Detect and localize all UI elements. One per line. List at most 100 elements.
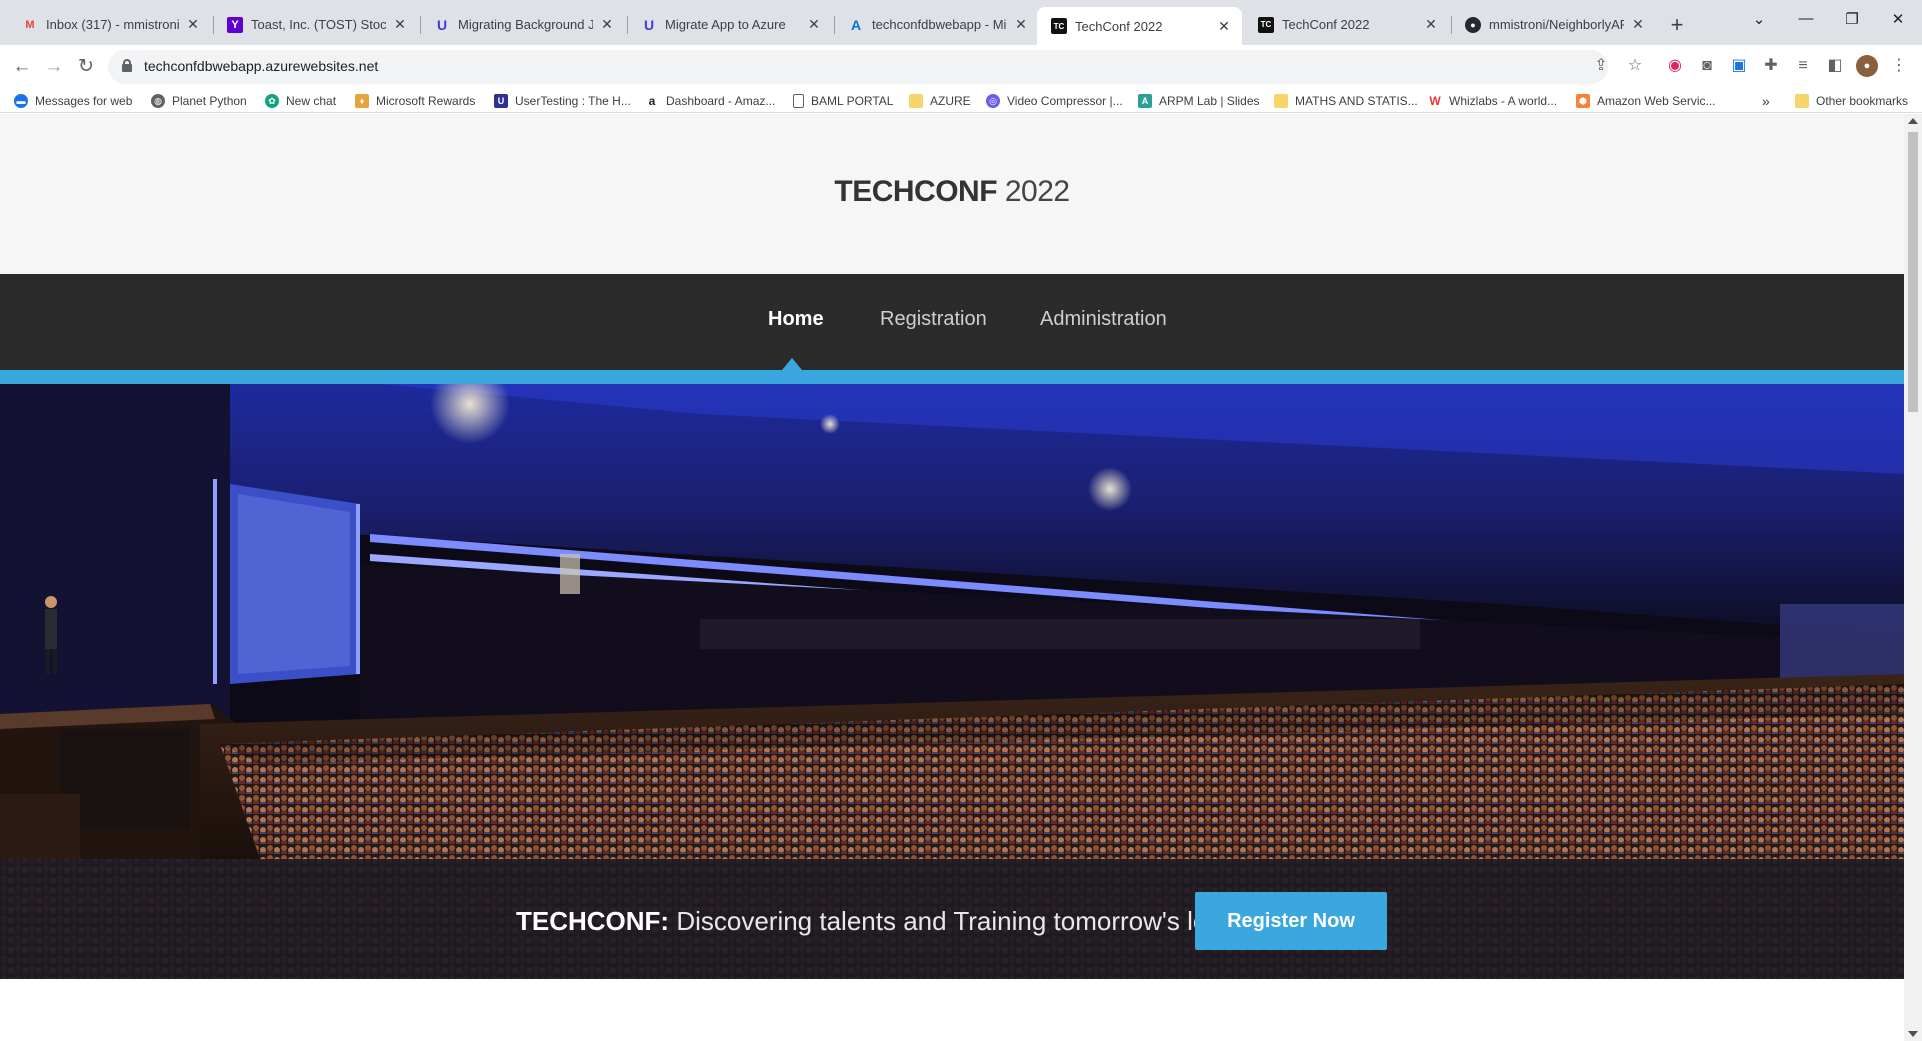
page-content-below	[0, 979, 1904, 1041]
close-icon[interactable]: ✕	[1216, 18, 1232, 35]
bookmark-new-chat[interactable]: ✿ New chat	[265, 91, 336, 111]
reload-icon[interactable]: ↻	[74, 55, 98, 79]
udacity-icon: U	[436, 16, 448, 33]
tab-title: Migrate App to Azure	[665, 17, 786, 32]
minimize-button[interactable]: —	[1792, 10, 1820, 27]
browser-tab-strip: M Inbox (317) - mmistroni@g ✕ Y Toast, I…	[0, 0, 1922, 45]
close-icon[interactable]: ✕	[1423, 16, 1439, 33]
menu-icon[interactable]: ⋮	[1888, 55, 1910, 77]
tab-udacity-migrating[interactable]: U Migrating Background Job ✕	[420, 9, 625, 40]
register-now-button[interactable]: Register Now	[1195, 892, 1387, 950]
close-icon[interactable]: ✕	[392, 16, 408, 33]
nav-administration[interactable]: Administration	[1040, 308, 1167, 331]
profile-avatar[interactable]: ●	[1856, 55, 1878, 77]
tab-title: Migrating Background Job	[458, 17, 593, 32]
tagline-text: Discovering talents and Training tomorro…	[669, 906, 1273, 936]
main-navigation: Home Registration Administration	[0, 274, 1904, 370]
other-bookmarks-folder[interactable]: Other bookmarks	[1795, 91, 1908, 111]
bookmark-video-compressor[interactable]: ◎ Video Compressor |...	[986, 91, 1123, 111]
bookmark-label: Messages for web	[35, 94, 133, 108]
close-icon[interactable]: ✕	[1630, 16, 1646, 33]
lock-icon[interactable]	[122, 59, 132, 72]
back-icon[interactable]: ←	[10, 55, 34, 79]
bookmark-label: Microsoft Rewards	[376, 94, 476, 108]
bookmarks-bar: ▬ Messages for web ◍ Planet Python ✿ New…	[0, 89, 1922, 113]
close-window-button[interactable]: ✕	[1884, 10, 1912, 28]
url-text[interactable]: techconfdbwebapp.azurewebsites.net	[144, 58, 378, 74]
camera-icon[interactable]: ◙	[1696, 55, 1718, 77]
tab-yahoo-finance[interactable]: Y Toast, Inc. (TOST) Stock Pri ✕	[213, 9, 418, 40]
nav-registration[interactable]: Registration	[880, 308, 987, 331]
bookmark-label: AZURE	[930, 94, 971, 108]
bookmark-aws[interactable]: ⬢ Amazon Web Servic...	[1576, 91, 1716, 111]
bookmark-usertesting[interactable]: U UserTesting : The H...	[494, 91, 631, 111]
scrollbar-thumb[interactable]	[1908, 132, 1918, 412]
bookmark-label: Amazon Web Servic...	[1597, 94, 1716, 108]
bookmark-baml-portal[interactable]: BAML PORTAL	[793, 91, 893, 111]
bookmark-arpm-lab[interactable]: A ARPM Lab | Slides	[1138, 91, 1260, 111]
aws-icon: ⬢	[1576, 94, 1590, 108]
nav-home[interactable]: Home	[768, 308, 824, 331]
tab-title: techconfdbwebapp - Micr	[872, 17, 1007, 32]
messages-icon: ▬	[14, 94, 28, 108]
github-icon: ●	[1465, 16, 1481, 33]
bookmark-whizlabs[interactable]: W Whizlabs - A world...	[1428, 91, 1557, 111]
hero-banner: TECHCONF: Discovering talents and Traini…	[0, 384, 1904, 979]
close-icon[interactable]: ✕	[599, 16, 615, 33]
tab-azure-portal[interactable]: A techconfdbwebapp - Micr ✕	[834, 9, 1039, 40]
bookmark-label: Other bookmarks	[1816, 94, 1909, 108]
page-viewport: TECHCONF 2022 Home Registration Administ…	[0, 114, 1904, 1041]
gmail-icon: M	[25, 18, 35, 31]
new-tab-button[interactable]: +	[1663, 12, 1691, 38]
close-icon[interactable]: ✕	[806, 16, 822, 33]
tab-title: TechConf 2022	[1075, 18, 1163, 34]
screen-cast-icon[interactable]: ▣	[1728, 55, 1750, 77]
restore-button[interactable]: ❐	[1838, 10, 1866, 28]
bookmark-amazon-dashboard[interactable]: a Dashboard - Amaz...	[645, 91, 775, 111]
page-scrollbar[interactable]	[1904, 114, 1922, 1041]
bookmark-messages[interactable]: ▬ Messages for web	[14, 91, 132, 111]
tagline-brand: TECHCONF:	[516, 906, 670, 936]
share-icon[interactable]: ⇪	[1590, 55, 1612, 77]
bookmark-planet-python[interactable]: ◍ Planet Python	[151, 91, 247, 111]
logo-bold-text: TECHCONF	[834, 175, 998, 208]
whizlabs-icon: W	[1428, 94, 1442, 108]
tab-title: Inbox (317) - mmistroni@g	[46, 17, 179, 32]
opera-extension-icon[interactable]: ◉	[1664, 55, 1686, 77]
techconf-icon: TC	[1051, 18, 1067, 34]
tab-title: mmistroni/NeighborlyAPI	[1489, 17, 1624, 32]
tab-search-icon[interactable]: ⌄	[1745, 10, 1773, 28]
tab-udacity-migrate[interactable]: U Migrate App to Azure ✕	[627, 9, 832, 40]
rewards-icon: ♦	[355, 94, 369, 108]
bookmark-folder-azure[interactable]: AZURE	[909, 91, 971, 111]
close-icon[interactable]: ✕	[1013, 16, 1029, 33]
site-logo[interactable]: TECHCONF 2022	[0, 175, 1904, 209]
techconf-icon: TC	[1258, 16, 1274, 33]
bookmark-label: Planet Python	[172, 94, 247, 108]
tab-techconf[interactable]: TC TechConf 2022 ✕	[1244, 9, 1449, 40]
tab-gmail[interactable]: M Inbox (317) - mmistroni@g ✕	[8, 9, 211, 40]
globe-icon: ◍	[151, 94, 165, 108]
scroll-up-icon[interactable]	[1908, 118, 1918, 124]
bookmark-microsoft-rewards[interactable]: ♦ Microsoft Rewards	[355, 91, 475, 111]
scroll-down-icon[interactable]	[1908, 1031, 1918, 1037]
tab-github[interactable]: ● mmistroni/NeighborlyAPI ✕	[1451, 9, 1656, 40]
reading-list-icon[interactable]: ≡	[1792, 55, 1814, 77]
folder-icon	[1795, 94, 1809, 108]
close-icon[interactable]: ✕	[185, 16, 201, 33]
bookmark-label: BAML PORTAL	[811, 94, 894, 108]
bookmark-folder-maths[interactable]: MATHS AND STATIS...	[1274, 91, 1418, 111]
yahoo-icon: Y	[227, 16, 243, 33]
bookmark-star-icon[interactable]: ☆	[1624, 55, 1646, 77]
forward-icon[interactable]: →	[42, 55, 66, 79]
more-bookmarks-button[interactable]: »	[1762, 91, 1770, 111]
extensions-icon[interactable]: ✚	[1760, 55, 1782, 77]
bookmark-label: UserTesting : The H...	[515, 94, 631, 108]
folder-icon	[1274, 94, 1288, 108]
site-header: TECHCONF 2022	[0, 114, 1904, 274]
active-nav-indicator	[782, 358, 802, 370]
arpm-icon: A	[1138, 94, 1152, 108]
tab-techconf-active[interactable]: TC TechConf 2022 ✕	[1037, 7, 1242, 45]
address-bar[interactable]: techconfdbwebapp.azurewebsites.net	[108, 50, 1608, 84]
side-panel-icon[interactable]: ◧	[1824, 55, 1846, 77]
